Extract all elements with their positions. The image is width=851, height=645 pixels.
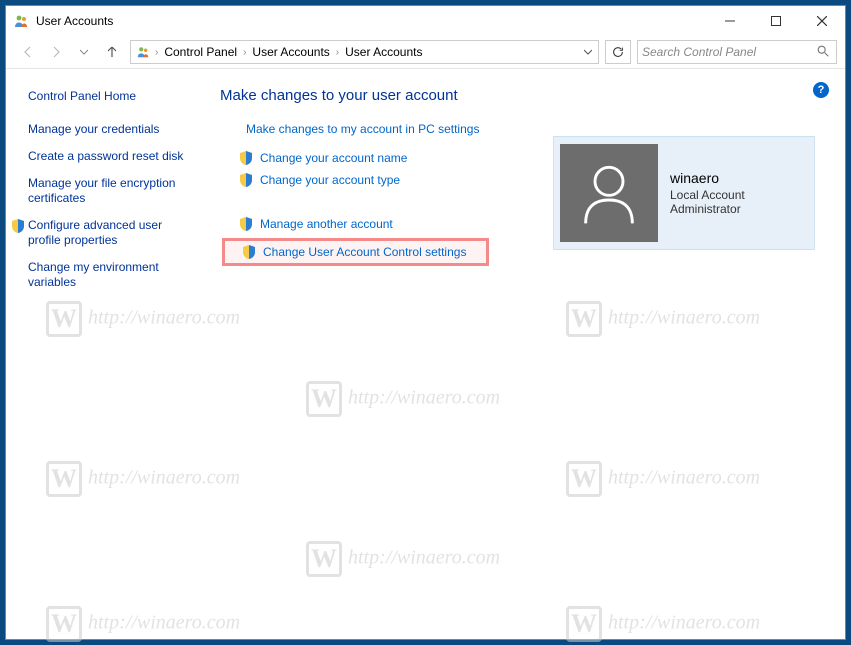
titlebar: User Accounts [6, 6, 845, 36]
back-button[interactable] [14, 39, 42, 65]
window-title: User Accounts [36, 14, 113, 28]
watermark: Whttp://winaero.com [46, 461, 240, 497]
navbar: › Control Panel › User Accounts › User A… [6, 36, 845, 68]
search-icon[interactable] [816, 44, 832, 61]
watermark: Whttp://winaero.com [306, 541, 500, 577]
watermark: Whttp://winaero.com [306, 381, 500, 417]
pc-settings-link[interactable]: Make changes to my account in PC setting… [246, 122, 479, 136]
sidebar: Control Panel Home Manage your credentia… [14, 87, 214, 302]
shield-icon [238, 216, 254, 232]
shield-icon [241, 244, 257, 260]
chevron-right-icon[interactable]: › [334, 47, 341, 58]
shield-icon [10, 218, 26, 234]
sidebar-manage-encryption-certs[interactable]: Manage your file encryption certificates [28, 176, 198, 206]
account-name: winaero [670, 170, 745, 186]
breadcrumb-user-accounts-1[interactable]: User Accounts [248, 41, 333, 63]
account-card: winaero Local Account Administrator [553, 136, 815, 250]
sidebar-manage-credentials[interactable]: Manage your credentials [28, 122, 159, 137]
account-type: Local Account [670, 188, 745, 202]
help-icon[interactable]: ? [813, 82, 829, 98]
minimize-button[interactable] [707, 6, 753, 36]
uac-highlight-box: Change User Account Control settings [222, 238, 489, 266]
search-placeholder: Search Control Panel [642, 45, 816, 59]
manage-another-account-link[interactable]: Manage another account [260, 217, 393, 231]
watermark: Whttp://winaero.com [46, 606, 240, 642]
up-button[interactable] [98, 39, 126, 65]
chevron-right-icon[interactable]: › [153, 47, 160, 58]
sidebar-create-password-reset[interactable]: Create a password reset disk [28, 149, 183, 164]
avatar-icon [560, 144, 658, 242]
maximize-button[interactable] [753, 6, 799, 36]
close-button[interactable] [799, 6, 845, 36]
watermark: Whttp://winaero.com [566, 301, 760, 337]
refresh-button[interactable] [605, 40, 631, 64]
users-icon [12, 12, 30, 30]
account-role: Administrator [670, 202, 745, 216]
change-account-name-link[interactable]: Change your account name [260, 151, 407, 165]
breadcrumb-control-panel[interactable]: Control Panel [160, 41, 241, 63]
chevron-right-icon[interactable]: › [241, 47, 248, 58]
address-bar[interactable]: › Control Panel › User Accounts › User A… [130, 40, 599, 64]
recent-locations-dropdown[interactable] [70, 39, 98, 65]
change-uac-settings-link[interactable]: Change User Account Control settings [263, 245, 466, 259]
sidebar-change-env-vars[interactable]: Change my environment variables [28, 260, 198, 290]
shield-icon [238, 150, 254, 166]
watermark: Whttp://winaero.com [566, 461, 760, 497]
breadcrumb-user-accounts-2[interactable]: User Accounts [341, 41, 426, 63]
shield-icon [238, 172, 254, 188]
control-panel-home-link[interactable]: Control Panel Home [28, 89, 198, 104]
watermark: Whttp://winaero.com [566, 606, 760, 642]
page-heading: Make changes to your user account [220, 87, 833, 104]
forward-button[interactable] [42, 39, 70, 65]
users-icon [135, 44, 151, 60]
sidebar-configure-advanced-profile[interactable]: Configure advanced user profile properti… [28, 218, 198, 248]
change-account-type-link[interactable]: Change your account type [260, 173, 400, 187]
search-input[interactable]: Search Control Panel [637, 40, 837, 64]
address-dropdown[interactable] [580, 41, 596, 63]
watermark: Whttp://winaero.com [46, 301, 240, 337]
